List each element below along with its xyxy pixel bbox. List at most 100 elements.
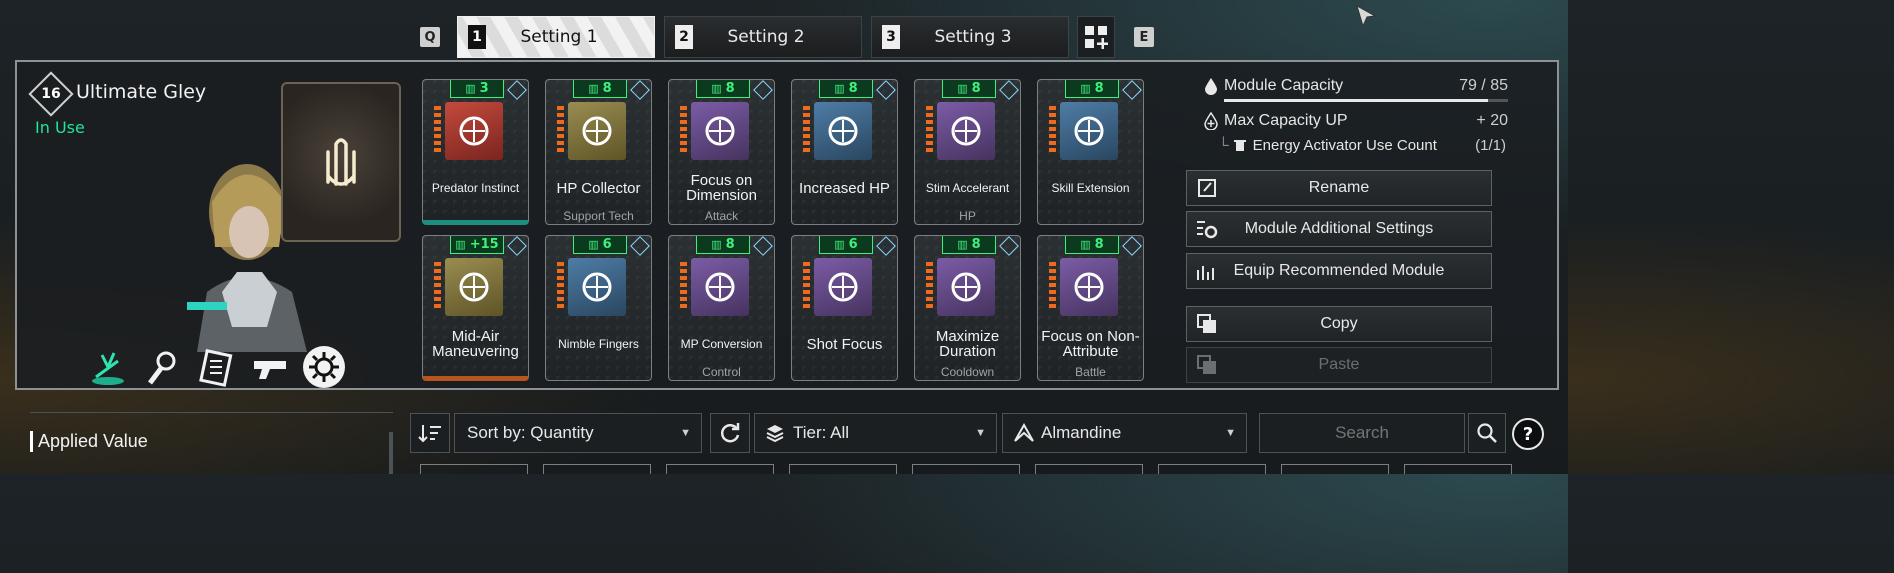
module-capacity-cost: ▥ 8 [1065,236,1119,254]
module-type [792,365,897,380]
energy-activator-icon [1233,140,1246,151]
module-capacity-cost: ▥ 8 [573,80,627,98]
enhancement-level-bars [434,262,441,308]
list-item[interactable] [420,464,528,474]
energy-activator-label: Energy Activator Use Count [1252,136,1437,154]
next-tab-key-hint[interactable]: E [1134,27,1154,47]
sort-dropdown[interactable]: Sort by: Quantity ▼ [454,413,702,453]
socket-glyph-icon: ▥ [711,82,722,95]
copy-button[interactable]: Copy [1186,306,1492,342]
module-socket-icon [753,80,773,100]
list-item[interactable] [666,464,774,474]
module-name: Focus on Non-Attribute [1041,328,1140,360]
character-skill-row [87,346,345,388]
add-setting-button[interactable] [1077,16,1115,58]
chevron-down-icon: ▼ [975,427,986,439]
module-capacity-cost: ▥ 8 [819,80,873,98]
socket-glyph-icon: ▥ [957,238,968,251]
module-card[interactable]: ▥ 6 Nimble Fingers [545,235,652,381]
module-name: HP Collector [556,179,641,197]
module-name: Nimble Fingers [558,336,639,351]
list-item[interactable] [1281,464,1389,474]
paste-icon [1197,355,1216,374]
module-capacity-cost: ▥ 8 [1065,80,1119,98]
tab-number: 1 [468,25,486,49]
syringe-icon [568,102,626,160]
list-item[interactable] [1404,464,1512,474]
reset-filter-button[interactable] [710,413,750,453]
module-socket-icon [753,236,773,256]
applied-scrollbar[interactable] [389,432,393,474]
predator-skill-icon[interactable] [87,346,129,388]
module-card[interactable]: ▥ 8 Increased HP [791,79,898,225]
gauge-arrow-icon [691,258,749,316]
gun-skill-icon[interactable] [249,346,291,388]
tier-dropdown[interactable]: Tier: All ▼ [754,413,997,453]
list-item[interactable] [789,464,897,474]
module-type: Support Tech [563,209,634,223]
energy-activator-value: (1/1) [1475,136,1506,154]
module-socket-icon [630,80,650,100]
module-card[interactable]: ▥ 8 Focus on Dimension Attack [668,79,775,225]
list-item[interactable] [1035,464,1143,474]
enhancement-level-bars [557,262,564,308]
search-input[interactable] [1259,413,1465,453]
capacity-bar-fill [1224,99,1489,102]
list-item[interactable] [543,464,651,474]
list-item[interactable] [912,464,1020,474]
module-capacity-cost: ▥ 8 [942,80,996,98]
sort-order-icon [418,425,441,443]
enhancement-level-bars [680,106,687,152]
hand-plant-icon [445,102,503,160]
tab-setting-3[interactable]: 3 Setting 3 [871,16,1069,58]
module-card[interactable]: ▥ 8 Focus on Non-Attribute Battle [1037,235,1144,381]
bullet-skill-icon[interactable] [195,346,237,388]
skill-module-slot[interactable] [281,82,401,242]
socket-type-dropdown[interactable]: Almandine ▼ [1002,413,1247,453]
enhancement-level-bars [926,106,933,152]
module-card[interactable]: ▥ 8 HP Collector Support Tech [545,79,652,225]
module-capacity-cost: ▥ 3 [450,80,504,98]
module-type [792,209,897,224]
module-type [423,205,528,220]
module-card[interactable]: ▥ 8 MP Conversion Control [668,235,775,381]
socket-glyph-icon: ▥ [465,82,476,95]
module-type: HP [959,209,976,223]
module-card[interactable]: ▥ 8 Maximize Duration Cooldown [914,235,1021,381]
module-card[interactable]: ▥ 3 Predator Instinct [422,79,529,225]
module-card[interactable]: ▥ 8 Stim Accelerant HP [914,79,1021,225]
module-socket-icon [507,80,527,100]
prev-tab-key-hint[interactable]: Q [420,27,440,47]
module-capacity-value: 79 / 85 [1459,77,1508,94]
tab-label: Setting 3 [934,27,1012,47]
tab-setting-2[interactable]: 2 Setting 2 [664,16,862,58]
module-type: Attack [704,209,739,223]
paste-button[interactable]: Paste [1186,347,1492,383]
search-button[interactable] [1468,413,1506,453]
tab-setting-1[interactable]: 1 Setting 1 [457,16,655,58]
sort-order-toggle[interactable] [410,413,450,453]
socket-glyph-icon: ▥ [711,238,722,251]
hand-spark-skill-icon[interactable] [141,346,183,388]
socket-glyph-icon: ▥ [1080,238,1091,251]
module-additional-settings-button[interactable]: Module Additional Settings [1186,211,1492,247]
enhancement-level-bars [926,262,933,308]
module-card[interactable]: ▥ 8 Skill Extension [1037,79,1144,225]
module-card[interactable]: ▥ +15 Mid-Air Maneuvering [422,235,529,381]
mouse-cursor-icon [1356,4,1377,28]
enhancement-level-bars [1049,262,1056,308]
burst-skill-icon[interactable] [303,346,345,388]
module-socket-icon [999,80,1019,100]
applied-value-heading: Applied Value [30,431,148,452]
module-socket-icon [876,236,896,256]
list-item[interactable] [1158,464,1266,474]
module-socket-icon [507,236,527,256]
rename-button[interactable]: Rename [1186,170,1492,206]
help-button[interactable]: ? [1512,418,1544,450]
module-capacity-cost: ▥ 8 [942,236,996,254]
module-card[interactable]: ▥ 6 Shot Focus [791,235,898,381]
equip-recommended-module-button[interactable]: Equip Recommended Module [1186,253,1492,289]
module-name: Stim Accelerant [925,180,1010,195]
list-gear-icon [1197,221,1218,239]
module-type: Cooldown [940,365,995,379]
